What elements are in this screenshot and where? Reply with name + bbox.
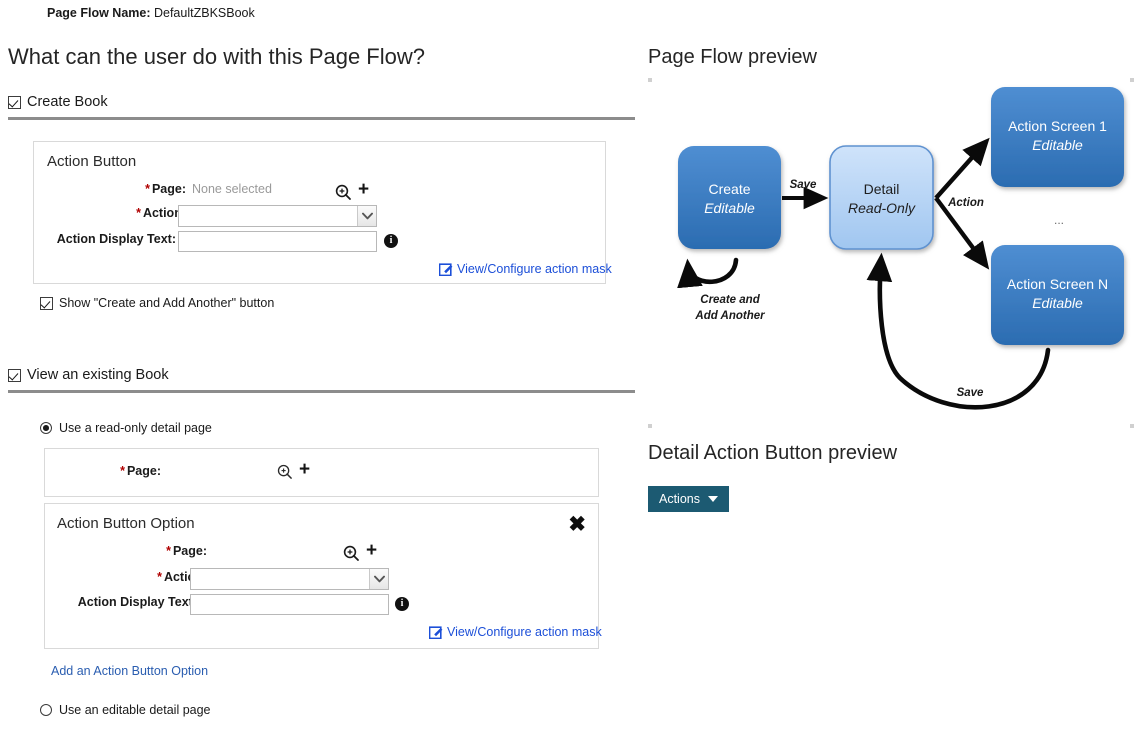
create-action-row: * Action: <box>34 206 186 220</box>
view-existing-book-divider <box>8 390 635 393</box>
option-page-row: * Page: <box>45 544 207 558</box>
view-existing-book-checkbox[interactable] <box>8 368 21 382</box>
detail-action-button-preview-title: Detail Action Button preview <box>648 442 898 464</box>
flow-node-detail-line2: Read-Only <box>848 200 916 216</box>
diagram-corner-mark <box>648 424 652 428</box>
create-page-add-icon[interactable]: + <box>358 180 369 199</box>
diagram-corner-mark <box>1130 78 1134 82</box>
diagram-corner-mark <box>1130 424 1134 428</box>
view-existing-book-label: View an existing Book <box>27 367 169 383</box>
flow-ellipsis-label: ... <box>1054 213 1064 227</box>
page-flow-preview-diagram: Create Editable Detail Read-Only Action … <box>648 78 1134 428</box>
show-create-add-another-label: Show "Create and Add Another" button <box>59 296 275 310</box>
create-book-checkbox[interactable] <box>8 95 21 109</box>
radio-readonly-label: Use a read-only detail page <box>59 421 212 435</box>
flow-node-action1-line1: Action Screen 1 <box>1008 118 1107 134</box>
flow-diagram-svg: Create Editable Detail Read-Only Action … <box>677 87 1124 410</box>
create-action-label: * Action: <box>136 206 186 220</box>
action-button-option-title: Action Button Option <box>57 515 195 532</box>
flow-edge-create-add-line1: Create and <box>700 294 760 306</box>
left-column: What can the user do with this Page Flow… <box>0 0 640 735</box>
flow-edge-save-label-1: Save <box>790 179 817 191</box>
action-button-panel: Action Button * Page: None selected + * Ac… <box>33 141 612 284</box>
flow-node-action1-line2: Editable <box>1032 137 1083 153</box>
option-page-add-icon[interactable]: + <box>366 541 377 560</box>
option-action-label: * Action: <box>157 570 207 584</box>
flow-edge-detail-to-action1: Action <box>934 137 990 209</box>
section-header-view-existing-book[interactable]: View an existing Book <box>8 367 169 383</box>
create-mask-link-text: View/Configure action mask <box>457 262 612 276</box>
flow-node-detail-line1: Detail <box>864 181 900 197</box>
option-display-text-label: Action Display Text: <box>77 595 197 609</box>
action-button-option-panel: Action Button Option ✖ * Page: + * Action: <box>44 503 602 649</box>
create-action-select[interactable] <box>178 205 377 227</box>
option-display-text-info-icon[interactable]: i <box>395 597 409 611</box>
flow-edge-create-add-line2: Add Another <box>694 310 765 322</box>
create-page-value: None selected <box>192 182 272 196</box>
action-button-option-close-icon[interactable]: ✖ <box>568 514 586 535</box>
edit-pencil-icon <box>439 263 453 276</box>
actions-button-label: Actions <box>659 492 700 506</box>
flow-edge-action-label: Action <box>947 197 984 209</box>
flow-node-actionN-line2: Editable <box>1032 295 1083 311</box>
radio-use-readonly-detail-page[interactable] <box>40 422 52 434</box>
option-display-text-input[interactable] <box>190 594 389 615</box>
diagram-corner-mark <box>648 78 652 82</box>
flow-node-create-line1: Create <box>708 181 750 197</box>
flow-node-action-screen-1: Action Screen 1 Editable <box>991 87 1124 187</box>
right-column: Page Flow preview Create Editable Detail… <box>640 0 1142 735</box>
flow-node-action-screen-n: Action Screen N Editable <box>991 245 1124 345</box>
flow-node-actionN-line1: Action Screen N <box>1007 276 1108 292</box>
flow-node-create-line2: Editable <box>704 200 755 216</box>
create-display-text-info-icon[interactable]: i <box>384 234 398 248</box>
readonly-page-label: * Page: <box>120 464 161 478</box>
readonly-page-zoom-icon[interactable] <box>277 464 293 480</box>
flow-edge-create-to-detail: Save <box>782 179 829 210</box>
page-title: What can the user do with this Page Flow… <box>8 44 425 69</box>
readonly-page-panel: * Page: + <box>44 448 599 497</box>
option-action-select[interactable] <box>190 568 389 590</box>
show-create-add-another-row[interactable]: Show "Create and Add Another" button <box>40 296 274 310</box>
action-button-panel-title: Action Button <box>47 153 137 170</box>
create-view-configure-action-mask-link[interactable]: View/Configure action mask <box>439 262 612 276</box>
flow-edge-save-label-2: Save <box>957 387 984 399</box>
option-mask-link-text: View/Configure action mask <box>447 625 602 639</box>
page-root: Page Flow Name: DefaultZBKSBook What can… <box>0 0 1142 735</box>
readonly-page-add-icon[interactable]: + <box>299 460 310 479</box>
option-action-row: * Action: <box>45 570 207 584</box>
section-header-create-book[interactable]: Create Book <box>8 94 108 110</box>
create-page-zoom-icon[interactable] <box>335 184 352 201</box>
option-display-text-row: Action Display Text: <box>45 595 197 609</box>
create-action-select-chevron-down-icon[interactable] <box>357 206 376 226</box>
flow-edge-create-and-add-another: Create and Add Another <box>677 257 765 322</box>
create-page-label: * Page: <box>145 182 186 196</box>
chevron-down-icon <box>708 496 718 502</box>
create-book-label: Create Book <box>27 94 108 110</box>
create-display-text-input[interactable] <box>178 231 377 252</box>
flow-node-create: Create Editable <box>678 146 781 249</box>
show-create-add-another-checkbox[interactable] <box>40 296 53 310</box>
page-flow-preview-title: Page Flow preview <box>648 46 817 68</box>
option-action-select-chevron-down-icon[interactable] <box>369 569 388 589</box>
edit-pencil-icon <box>429 626 443 639</box>
radio-use-editable-detail-page[interactable] <box>40 704 52 716</box>
create-display-text-label: Action Display Text: <box>56 232 176 246</box>
add-action-button-option-link[interactable]: Add an Action Button Option <box>51 664 208 678</box>
readonly-page-row: * Page: <box>45 464 161 478</box>
option-page-label: * Page: <box>166 544 207 558</box>
option-page-zoom-icon[interactable] <box>343 545 360 562</box>
create-display-text-row: Action Display Text: <box>34 232 176 246</box>
option-view-configure-action-mask-link[interactable]: View/Configure action mask <box>429 625 602 639</box>
radio-row-editable[interactable]: Use an editable detail page <box>40 703 211 717</box>
create-book-divider <box>8 117 635 120</box>
actions-button[interactable]: Actions <box>648 486 729 512</box>
radio-row-readonly[interactable]: Use a read-only detail page <box>40 421 212 435</box>
flow-node-detail: Detail Read-Only <box>829 145 934 250</box>
radio-editable-label: Use an editable detail page <box>59 703 211 717</box>
